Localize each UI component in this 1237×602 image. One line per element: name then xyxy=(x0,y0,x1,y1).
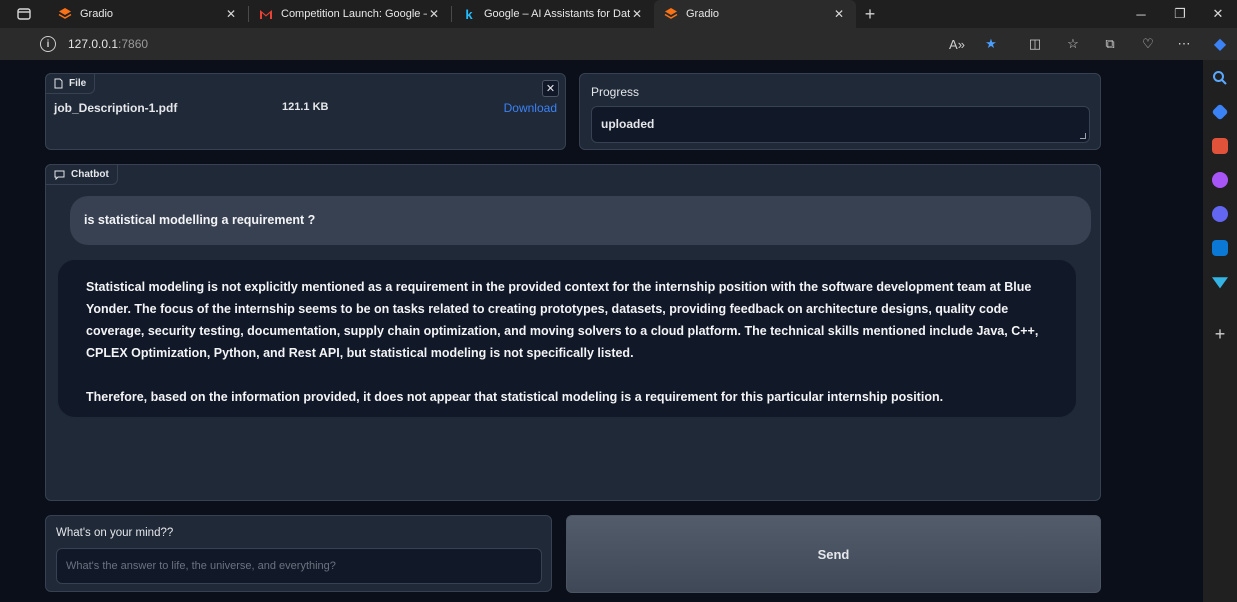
browser-essentials-icon[interactable]: ♡ xyxy=(1137,33,1159,55)
download-link[interactable]: Download xyxy=(504,101,557,115)
kaggle-icon: k xyxy=(465,6,473,22)
collections-icon[interactable]: ⧉ xyxy=(1099,33,1121,55)
restore-icon[interactable]: ❐ xyxy=(1161,0,1199,28)
tab-title: Gradio xyxy=(686,8,720,20)
bot-paragraph: Therefore, based on the information prov… xyxy=(86,390,944,404)
minimize-icon[interactable]: ─ xyxy=(1122,0,1160,28)
progress-block: Progress uploaded xyxy=(579,73,1101,150)
window-close-icon[interactable]: ✕ xyxy=(1199,0,1237,28)
address-host: 127.0.0.1 xyxy=(68,37,119,51)
m365-icon[interactable] xyxy=(1212,206,1228,222)
gradio-icon xyxy=(664,7,678,21)
tab-google-ai-assistants[interactable]: k Google – AI Assistants for Data T ✕ xyxy=(452,0,654,28)
gradio-page: File ✕ job_Description-1.pdf 121.1 KB Do… xyxy=(4,60,1203,602)
search-icon[interactable] xyxy=(1212,70,1228,86)
tab-title: Competition Launch: Google – AI xyxy=(281,8,427,20)
user-message: is statistical modelling a requirement ? xyxy=(70,196,1091,245)
chatbot-label: Chatbot xyxy=(71,169,109,180)
file-name: job_Description-1.pdf xyxy=(54,101,178,115)
browser-tab-strip: Gradio ✕ Competition Launch: Google – AI… xyxy=(0,0,1237,28)
prompt-label: What's on your mind?? xyxy=(56,527,174,539)
tab-actions-button[interactable] xyxy=(0,0,48,28)
tab-close-icon[interactable]: ✕ xyxy=(832,7,846,21)
address-port: :7860 xyxy=(118,37,149,51)
chat-icon xyxy=(54,170,65,180)
site-info-icon[interactable]: i xyxy=(40,36,56,52)
drop-icon[interactable] xyxy=(1212,277,1228,289)
tab-actions-icon xyxy=(17,8,31,20)
tab-close-icon[interactable]: ✕ xyxy=(224,7,238,21)
tab-title: Google – AI Assistants for Data T xyxy=(484,8,630,20)
add-sidebar-app-icon[interactable]: + xyxy=(1212,325,1228,343)
progress-value: uploaded xyxy=(601,117,655,131)
tab-title: Gradio xyxy=(80,8,114,20)
shopping-icon[interactable] xyxy=(1211,103,1229,121)
edge-sidebar: + xyxy=(1203,60,1237,602)
bot-message: Statistical modeling is not explicitly m… xyxy=(57,259,1077,418)
send-button[interactable]: Send xyxy=(566,515,1101,593)
tab-close-icon[interactable]: ✕ xyxy=(427,7,441,21)
browser-toolbar: i 127.0.0.1:7860 xyxy=(0,28,1237,60)
tab-gradio-active[interactable]: Gradio ✕ xyxy=(654,0,856,28)
tab-close-icon[interactable]: ✕ xyxy=(630,7,644,21)
chatbot-block: Chatbot is statistical modelling a requi… xyxy=(45,164,1101,501)
progress-textbox[interactable]: uploaded xyxy=(591,106,1090,143)
resize-handle[interactable] xyxy=(1080,133,1086,139)
new-tab-button[interactable]: + xyxy=(856,0,884,28)
favorite-star-icon[interactable]: ★ xyxy=(980,33,1002,55)
tools-icon[interactable] xyxy=(1212,138,1228,154)
progress-label: Progress xyxy=(591,85,640,99)
close-icon[interactable]: ✕ xyxy=(542,80,559,97)
tab-competition-launch[interactable]: Competition Launch: Google – AI ✕ xyxy=(249,0,451,28)
gradio-icon xyxy=(58,7,72,21)
chatbot-label-chip: Chatbot xyxy=(45,164,118,185)
tab-gradio-1[interactable]: Gradio ✕ xyxy=(48,0,248,28)
favorites-icon[interactable]: ☆ xyxy=(1062,33,1084,55)
file-block: File ✕ job_Description-1.pdf 121.1 KB Do… xyxy=(45,73,566,150)
gmail-icon xyxy=(259,7,273,21)
prompt-input[interactable] xyxy=(56,548,542,584)
file-label-chip: File xyxy=(45,73,96,94)
games-icon[interactable] xyxy=(1212,172,1228,188)
copilot-icon[interactable]: ◆ xyxy=(1209,33,1231,55)
outlook-icon[interactable] xyxy=(1212,240,1228,256)
more-menu-icon[interactable]: ⋯ xyxy=(1173,33,1195,55)
file-label: File xyxy=(69,78,87,89)
file-icon xyxy=(54,78,63,89)
bot-paragraph: Statistical modeling is not explicitly m… xyxy=(86,280,1039,360)
file-size: 121.1 KB xyxy=(282,101,329,113)
prompt-block: What's on your mind?? xyxy=(45,515,552,592)
read-aloud-icon[interactable]: A» xyxy=(946,33,968,55)
address-bar[interactable]: i 127.0.0.1:7860 xyxy=(30,31,1030,57)
split-screen-icon[interactable]: ◫ xyxy=(1024,33,1046,55)
